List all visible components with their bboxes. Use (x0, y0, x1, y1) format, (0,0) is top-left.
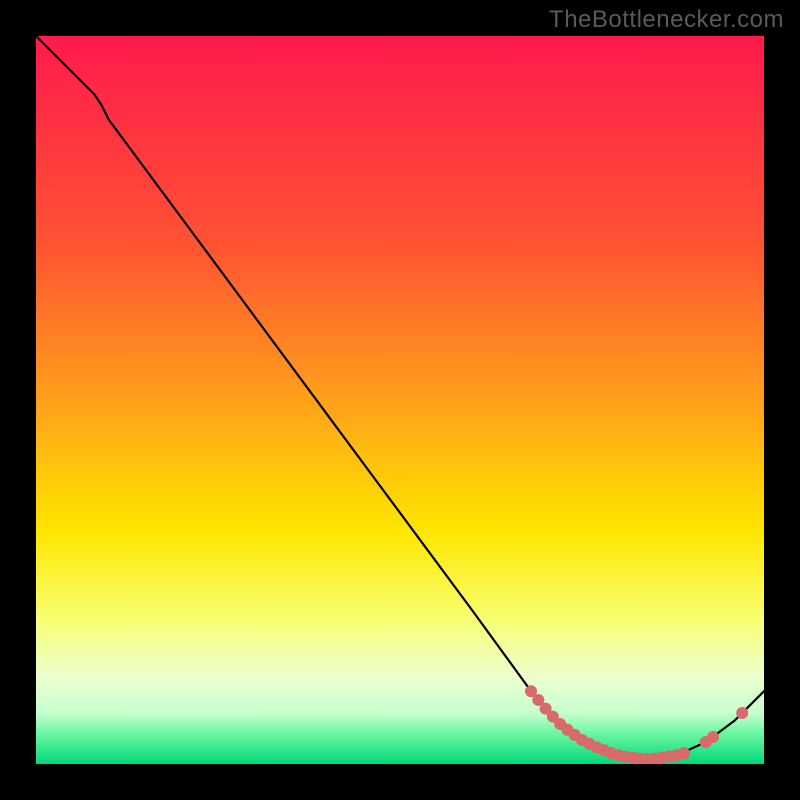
plot-svg (36, 36, 764, 764)
chart-container: TheBottlenecker.com (0, 0, 800, 800)
credit-label: TheBottlenecker.com (549, 6, 784, 34)
plot-area (36, 36, 764, 764)
